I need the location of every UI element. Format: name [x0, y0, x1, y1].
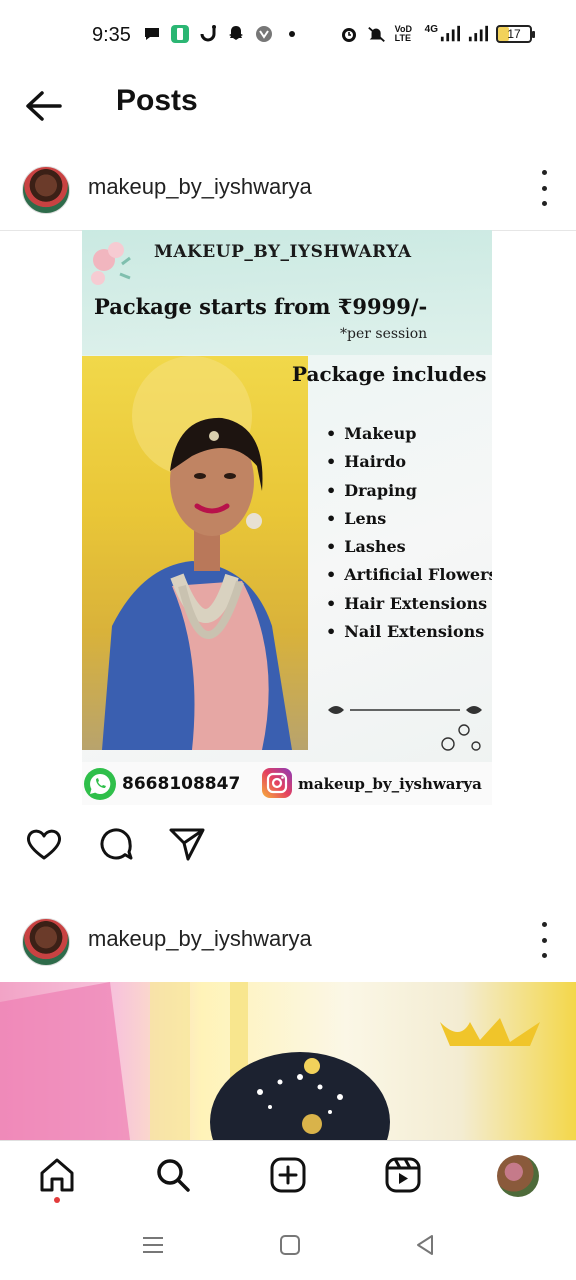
- avatar[interactable]: [22, 918, 70, 966]
- mute-icon: [367, 24, 387, 44]
- app-bar: Posts: [0, 72, 576, 142]
- create-post-icon[interactable]: [268, 1155, 308, 1195]
- hook-icon: [198, 24, 218, 44]
- image-includes-title: Package includes: [292, 362, 487, 386]
- bottom-nav: [0, 1140, 576, 1210]
- flower-decoration-icon: [91, 242, 131, 285]
- post-header: makeup_by_iyshwarya: [0, 908, 576, 978]
- whatsapp-icon: [84, 768, 116, 800]
- vpn-icon: [254, 24, 274, 44]
- message-icon: [142, 24, 162, 44]
- status-icons-right: VoD LTE 4G 17: [339, 23, 535, 44]
- system-nav: [0, 1210, 576, 1280]
- avatar[interactable]: [22, 166, 70, 214]
- reels-icon[interactable]: [383, 1155, 423, 1195]
- post-username[interactable]: makeup_by_iyshwarya: [88, 926, 312, 952]
- recent-apps-icon[interactable]: [140, 1232, 170, 1258]
- include-item: Lens: [326, 505, 492, 533]
- more-options-icon[interactable]: [534, 170, 554, 206]
- image-brand-text: MAKEUP_BY_IYSHWARYA: [154, 242, 412, 262]
- back-button-icon[interactable]: [412, 1232, 442, 1258]
- include-item: Makeup: [326, 420, 492, 448]
- notification-dot: [54, 1197, 60, 1203]
- include-item: Hairdo: [326, 448, 492, 476]
- net-type: 4G: [424, 23, 438, 35]
- more-options-icon[interactable]: [534, 922, 554, 958]
- decorative-divider-icon: [328, 706, 482, 751]
- signal-icon-2: [468, 24, 488, 44]
- signal-icon: [440, 24, 460, 44]
- image-includes-list: Makeup Hairdo Draping Lens Lashes Artifi…: [326, 420, 492, 646]
- bride-photo: [82, 356, 308, 750]
- snapchat-icon: [226, 24, 246, 44]
- comment-icon[interactable]: [96, 824, 136, 864]
- battery-icon: 17: [496, 25, 535, 43]
- home-icon[interactable]: [37, 1155, 77, 1195]
- status-time: 9:35: [92, 24, 131, 46]
- status-bar: 9:35 VoD LTE 4G 17: [0, 0, 576, 72]
- share-send-icon[interactable]: [166, 824, 206, 864]
- image-phone-number: 8668108847: [122, 774, 241, 794]
- post-image[interactable]: [0, 982, 576, 1140]
- status-icons-left: [142, 24, 302, 44]
- volte-label: VoD LTE: [394, 24, 412, 43]
- include-item: Draping: [326, 477, 492, 505]
- like-heart-icon[interactable]: [24, 824, 64, 864]
- home-button-icon[interactable]: [277, 1232, 307, 1258]
- include-item: Hair Extensions: [326, 590, 492, 618]
- post-header: makeup_by_iyshwarya: [0, 156, 576, 226]
- include-item: Lashes: [326, 533, 492, 561]
- search-icon[interactable]: [153, 1155, 193, 1195]
- app-icon: [170, 24, 190, 44]
- page-title: Posts: [116, 84, 198, 117]
- post-image[interactable]: MAKEUP_BY_IYSHWARYA Package starts from …: [82, 230, 492, 805]
- include-item: Nail Extensions: [326, 618, 492, 646]
- alarm-icon: [339, 24, 359, 44]
- image-per-session-text: *per session: [340, 326, 428, 342]
- image-package-text: Package starts from ₹9999/-: [94, 294, 428, 319]
- include-item: Artificial Flowers: [326, 561, 492, 589]
- dot: [282, 24, 302, 44]
- post-actions: [0, 818, 576, 870]
- image-instagram-handle: makeup_by_iyshwarya: [298, 775, 482, 793]
- instagram-icon: [262, 768, 292, 798]
- back-arrow-icon[interactable]: [20, 86, 68, 126]
- profile-avatar[interactable]: [497, 1155, 539, 1197]
- battery-level: 17: [507, 27, 521, 41]
- image-footer: 8668108847 makeup_by_iyshwarya: [82, 762, 492, 805]
- post-username[interactable]: makeup_by_iyshwarya: [88, 174, 312, 200]
